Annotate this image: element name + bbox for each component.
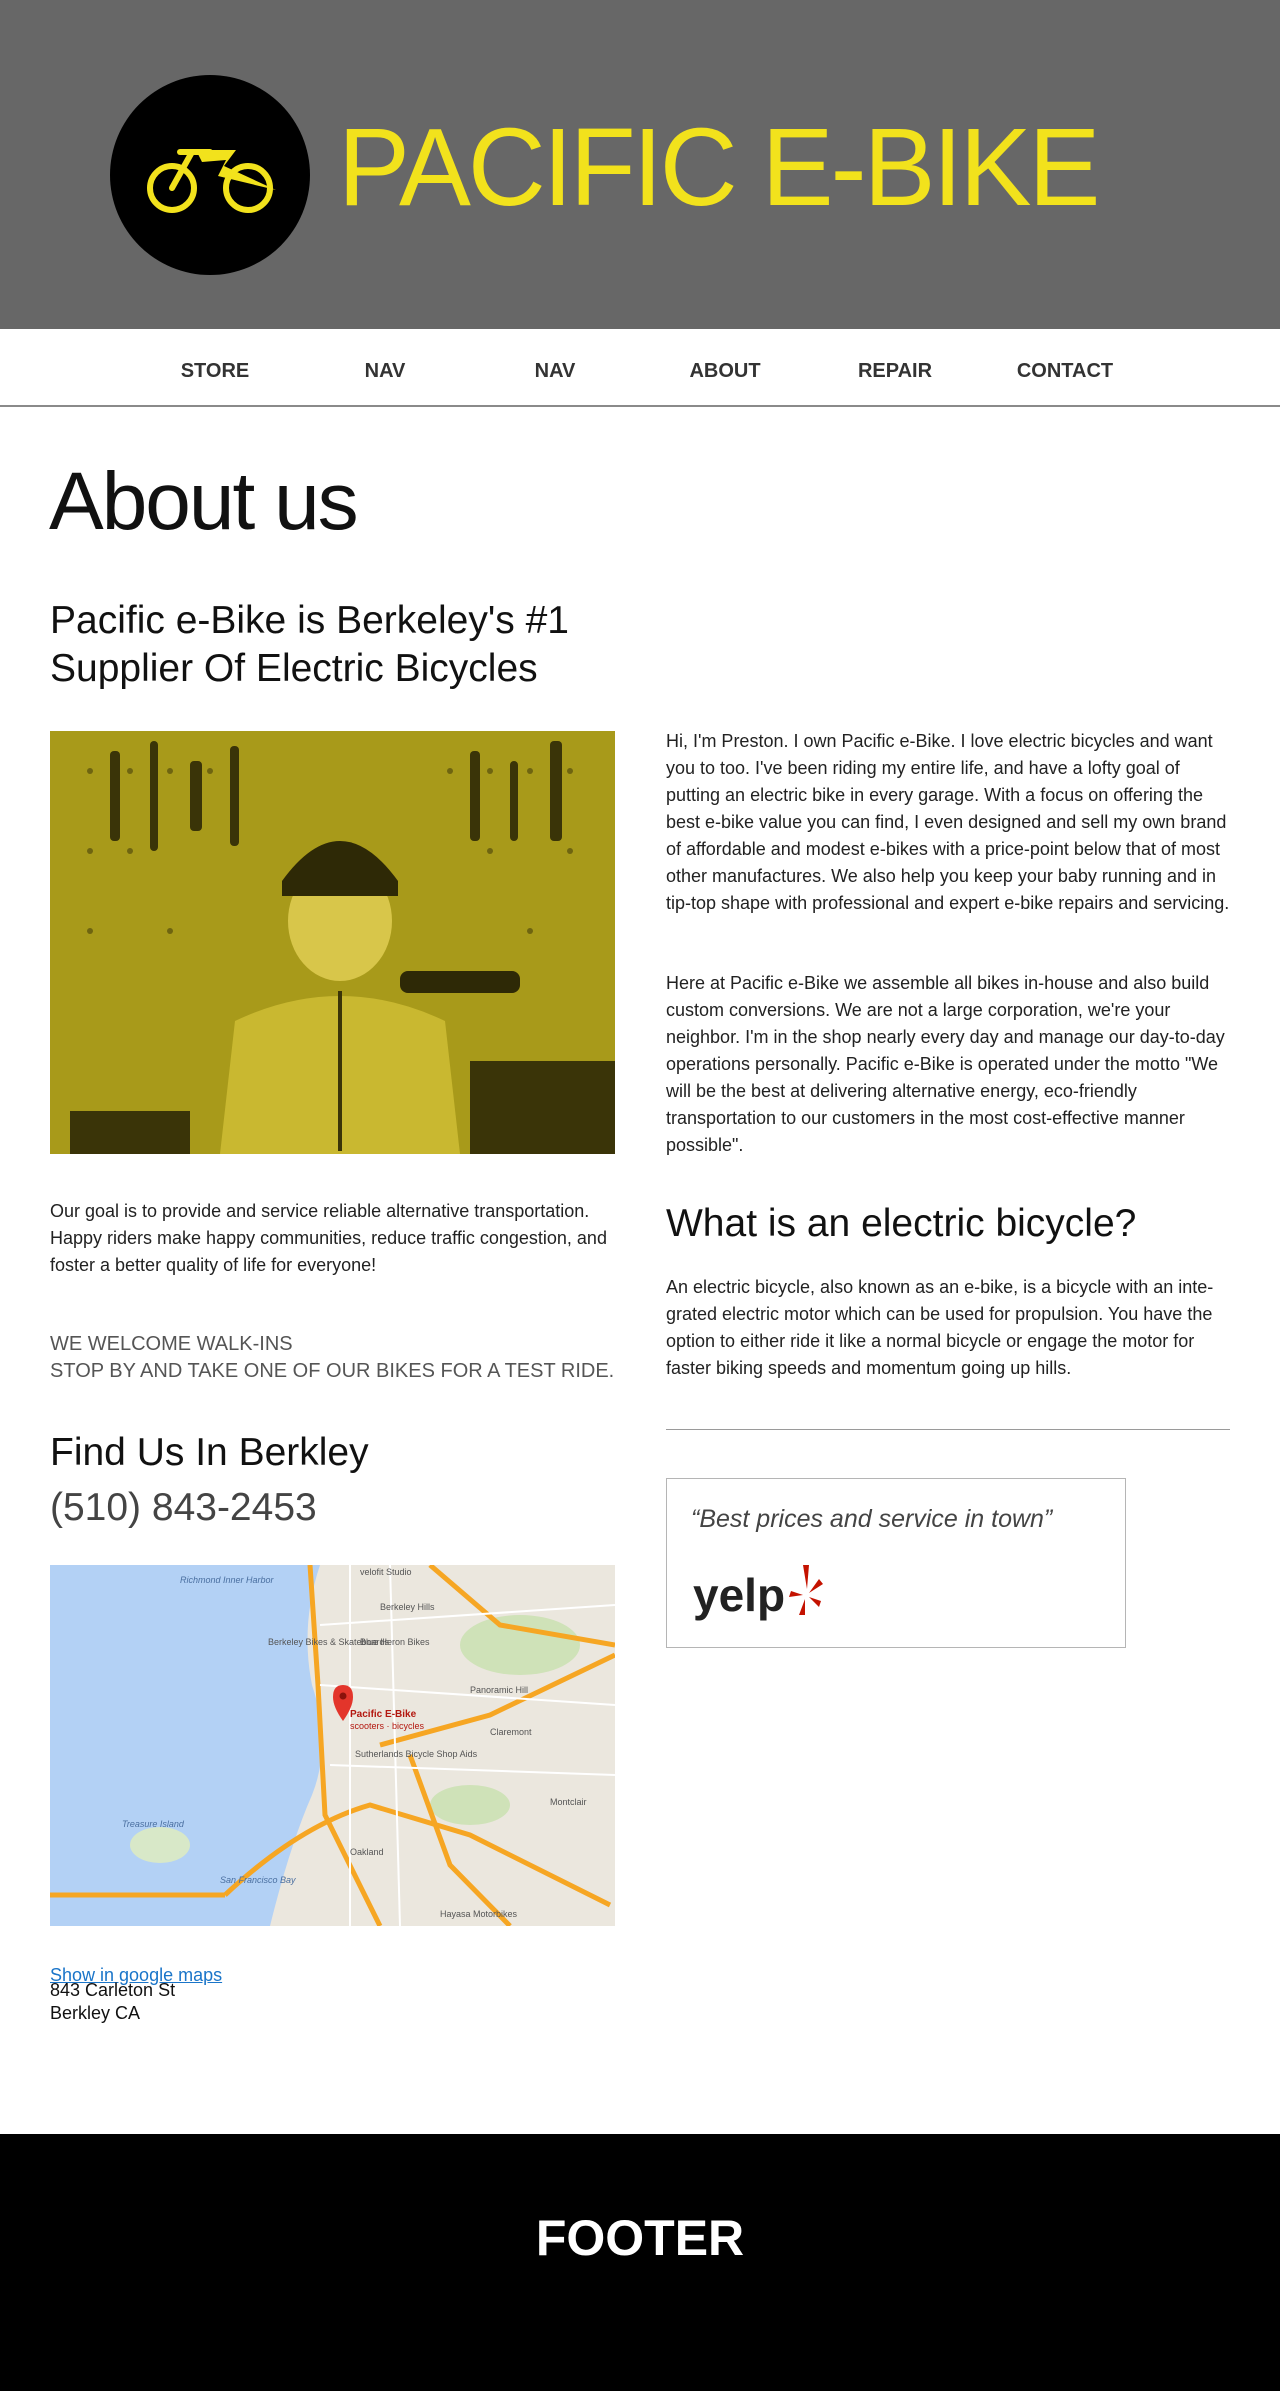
map-label: Montclair xyxy=(550,1797,587,1807)
map-label: Claremont xyxy=(490,1727,532,1737)
address-line-2: Berkley CA xyxy=(50,2003,141,2023)
walkins-note: WE WELCOME WALK-INS STOP BY AND TAKE ONE… xyxy=(50,1331,650,1385)
map-label: Berkeley Hills xyxy=(380,1602,435,1612)
nav-item-nav-1[interactable]: NAV xyxy=(300,360,470,383)
walkins-line-2: STOP BY AND TAKE ONE OF OUR BIKES FOR A … xyxy=(50,1360,615,1382)
what-paragraph: An electric bicycle, also known as an e-… xyxy=(666,1277,1214,1378)
phone-number[interactable]: (510) 843-2453 xyxy=(50,1486,317,1530)
nav-item-nav-2[interactable]: NAV xyxy=(470,360,640,383)
map-pin-label: Pacific E-Bike xyxy=(350,1709,417,1720)
map-label: Sutherlands Bicycle Shop Aids xyxy=(355,1749,478,1759)
site-footer: FOOTER xyxy=(0,2134,1280,2391)
yelp-logo[interactable]: yelp xyxy=(691,1557,831,1632)
owner-photo xyxy=(50,731,615,1154)
main-nav: STORE NAV NAV ABOUT REPAIR CONTACT xyxy=(0,329,1280,407)
address-line-1: 843 Carleton St xyxy=(50,1980,176,2000)
goal-paragraph: Our goal is to provide and service relia… xyxy=(50,1201,607,1275)
nav-item-repair[interactable]: REPAIR xyxy=(810,360,980,383)
owner-photo-image xyxy=(50,731,615,1154)
ebike-logo-icon xyxy=(147,149,276,213)
section-divider xyxy=(666,1429,1230,1430)
map-label: Richmond Inner Harbor xyxy=(180,1575,275,1585)
svg-text:yelp: yelp xyxy=(693,1569,785,1621)
map-label: Blue Heron Bikes xyxy=(360,1637,430,1647)
brand-title: PACIFIC E-BIKE xyxy=(338,106,1100,229)
intro-paragraph-2: Here at Pacific e-Bike we assemble all b… xyxy=(666,973,1225,1155)
logo[interactable] xyxy=(110,75,310,275)
nav-item-about[interactable]: ABOUT xyxy=(640,360,810,383)
nav-item-store[interactable]: STORE xyxy=(130,360,300,383)
nav-item-contact[interactable]: CONTACT xyxy=(980,360,1150,383)
walkins-line-1: WE WELCOME WALK-INS xyxy=(50,1333,293,1355)
site-header: PACIFIC E-BIKE xyxy=(0,0,1280,329)
lead-heading: Pacific e-Bike is Berkeley's #1 Supplier… xyxy=(50,599,569,690)
map-label: Hayasa Motorbikes xyxy=(440,1909,518,1919)
review-quote: “Best prices and service in town” xyxy=(691,1505,1053,1533)
page-title: About us xyxy=(49,456,359,547)
find-heading: Find Us In Berkley xyxy=(50,1431,369,1474)
what-heading: What is an electric bicycle? xyxy=(666,1202,1137,1245)
map-pin-sublabel: scooters · bicycles xyxy=(350,1721,425,1731)
map-label: Treasure Island xyxy=(122,1819,185,1829)
map-label: San Francisco Bay xyxy=(220,1875,296,1885)
location-map[interactable]: Pacific E-Bike scooters · bicycles velof… xyxy=(50,1565,615,1926)
map-graphic: Pacific E-Bike scooters · bicycles velof… xyxy=(50,1565,615,1926)
yelp-logo-icon: yelp xyxy=(693,1565,823,1621)
review-card: “Best prices and service in town” yelp xyxy=(666,1478,1126,1648)
map-label: Panoramic Hill xyxy=(470,1685,528,1695)
map-label: Oakland xyxy=(350,1847,384,1857)
footer-label: FOOTER xyxy=(535,2210,745,2266)
map-label: velofit Studio xyxy=(360,1567,412,1577)
intro-paragraph-1: Hi, I'm Preston. I own Pacific e-Bike. I… xyxy=(666,731,1230,913)
